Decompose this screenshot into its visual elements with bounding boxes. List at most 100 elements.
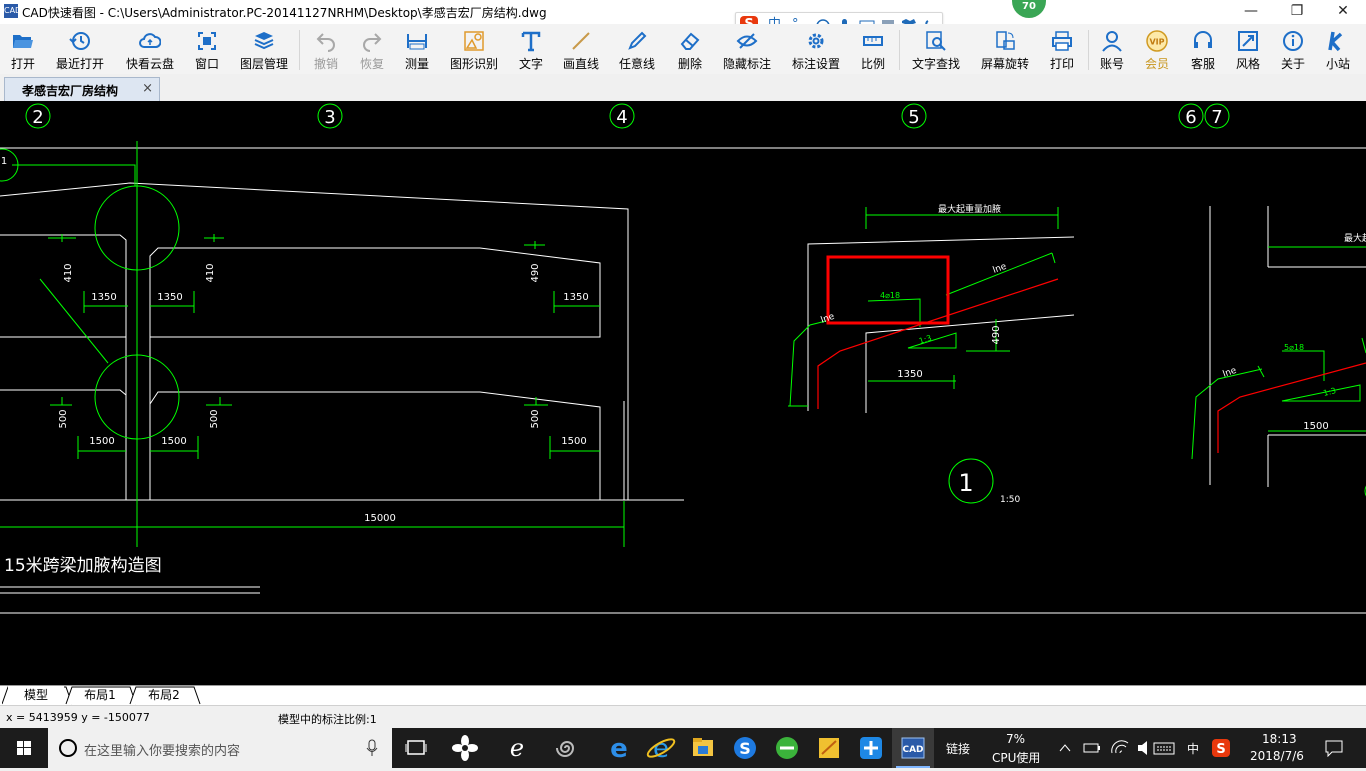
pen-icon xyxy=(628,31,647,50)
cloud-icon xyxy=(139,33,161,48)
taskbar-search-box[interactable]: 在这里输入你要搜索的内容 xyxy=(48,728,392,768)
text-button[interactable]: 文字 xyxy=(512,24,550,74)
dim-text: 500 xyxy=(209,409,220,428)
freeline-button[interactable]: 任意线 xyxy=(614,24,660,74)
about-button[interactable]: 关于 xyxy=(1274,24,1312,74)
rebar-label: 4⌀18 xyxy=(880,291,900,300)
drawing-canvas[interactable]: 2 3 4 5 6 7 1 410 410 490 1350 1350 1350… xyxy=(0,101,1366,685)
scale-button[interactable]: 比例 xyxy=(854,24,892,74)
cloud-button[interactable]: 快看云盘 xyxy=(120,24,180,74)
print-label: 打印 xyxy=(1049,57,1074,71)
cad-drawing[interactable]: 2 3 4 5 6 7 1 410 410 490 1350 1350 1350… xyxy=(0,101,1366,685)
taskbar-app-notes[interactable] xyxy=(808,728,850,768)
microphone-icon[interactable] xyxy=(366,739,378,757)
member-label: 会员 xyxy=(1144,57,1169,71)
task-view-icon xyxy=(405,740,427,755)
taskbar-app-explorer[interactable] xyxy=(682,728,724,768)
dim-text: 1500 xyxy=(161,436,186,447)
grid-label: 7 xyxy=(1211,107,1222,128)
rebar-label: 5⌀18 xyxy=(1284,343,1304,352)
taskbar-app-360[interactable] xyxy=(766,728,808,768)
tab-layout2[interactable]: 布局2 xyxy=(136,686,192,704)
window-button[interactable]: 窗口 xyxy=(188,24,226,74)
dim-settings-label: 标注设置 xyxy=(791,57,840,71)
measure-label: 测量 xyxy=(404,57,429,71)
restore-button[interactable]: ❐ xyxy=(1274,0,1320,24)
document-tab[interactable]: 孝感吉宏厂房结构 × xyxy=(4,77,160,101)
taskbar-app-fan[interactable] xyxy=(444,728,486,768)
scale-note: 1:50 xyxy=(1000,495,1020,505)
toolbar-divider xyxy=(1088,30,1089,70)
redo-button[interactable]: 恢复 xyxy=(352,24,392,74)
cad-viewer-icon: CAD xyxy=(901,737,925,759)
recognize-label: 图形识别 xyxy=(449,57,498,71)
annotation-scale-status: 模型中的标注比例:1 xyxy=(278,713,377,726)
open-label: 打开 xyxy=(10,57,35,71)
grid-label: 6 xyxy=(1185,107,1196,128)
close-button[interactable]: ✕ xyxy=(1320,0,1366,24)
detail-note-right: 最大起 xyxy=(1344,232,1366,244)
taskbar-app-ie[interactable]: e xyxy=(640,728,682,768)
ime-language[interactable]: 中 xyxy=(1187,740,1199,757)
hide-dim-button[interactable]: 隐藏标注 xyxy=(718,24,776,74)
clock-time[interactable]: 18:13 xyxy=(1262,732,1297,746)
recognize-button[interactable]: 图形识别 xyxy=(444,24,504,74)
rotate-label: 屏幕旋转 xyxy=(980,57,1029,71)
recent-button[interactable]: 最近打开 xyxy=(52,24,108,74)
measure-button[interactable]: 测量 xyxy=(398,24,436,74)
clock-date[interactable]: 2018/7/6 xyxy=(1250,749,1304,763)
slope-label: 1:3 xyxy=(918,333,933,346)
member-button[interactable]: VIP 会员 xyxy=(1138,24,1176,74)
redo-icon xyxy=(363,33,382,52)
freeline-label: 任意线 xyxy=(618,57,655,71)
internet-explorer-icon: e xyxy=(646,734,676,764)
layers-button[interactable]: 图层管理 xyxy=(234,24,294,74)
notification-center-icon[interactable] xyxy=(1324,739,1344,757)
tab-layout1[interactable]: 布局1 xyxy=(72,686,128,704)
taskbar-app-sogou-browser[interactable]: S xyxy=(724,728,766,768)
taskbar-app-ie-old[interactable]: e xyxy=(496,728,538,768)
rotate-button[interactable]: 屏幕旋转 xyxy=(976,24,1034,74)
text-search-button[interactable]: 文字查找 xyxy=(906,24,966,74)
line-button[interactable]: 画直线 xyxy=(558,24,604,74)
anchorage-label: lne xyxy=(992,262,1009,276)
dim-settings-button[interactable]: 标注设置 xyxy=(786,24,846,74)
site-button[interactable]: 小站 xyxy=(1318,24,1358,74)
taskbar-app-spiral[interactable] xyxy=(546,728,588,768)
spiral-app-icon xyxy=(556,741,575,757)
grid-label: 5 xyxy=(908,107,919,128)
print-button[interactable]: 打印 xyxy=(1042,24,1082,74)
start-button[interactable] xyxy=(0,728,48,768)
close-tab-icon[interactable]: × xyxy=(142,81,153,96)
about-label: 关于 xyxy=(1280,57,1305,71)
minimize-button[interactable]: — xyxy=(1228,0,1274,24)
sogou-tray-icon[interactable]: S xyxy=(1212,739,1230,757)
taskbar-app-cad-viewer[interactable]: CAD xyxy=(892,728,934,768)
grid-label-partial: 1 xyxy=(1,156,7,167)
dim-text: 490 xyxy=(991,325,1002,344)
tray-link-label[interactable]: 链接 xyxy=(946,740,970,757)
fan-app-icon xyxy=(452,735,478,761)
svg-text:CAD: CAD xyxy=(902,745,923,755)
account-button[interactable]: 账号 xyxy=(1094,24,1130,74)
line-label: 画直线 xyxy=(562,57,599,71)
style-button[interactable]: 风格 xyxy=(1230,24,1266,74)
taskbar-app-blue[interactable] xyxy=(850,728,892,768)
gear-icon xyxy=(808,33,824,49)
service-button[interactable]: 客服 xyxy=(1184,24,1222,74)
erase-button[interactable]: 删除 xyxy=(670,24,710,74)
taskbar-app-edge[interactable]: e xyxy=(598,728,640,768)
tray-icons[interactable] xyxy=(1056,740,1186,756)
undo-button[interactable]: 撤销 xyxy=(306,24,346,74)
anchorage-label: lne xyxy=(1222,366,1239,380)
style-icon xyxy=(1238,31,1258,51)
open-button[interactable]: 打开 xyxy=(0,24,46,74)
tab-model[interactable]: 模型 xyxy=(8,686,64,704)
vip-icon: VIP xyxy=(1146,30,1168,52)
taskbar: 在这里输入你要搜索的内容 e e e S CAD 链接 7% CPU使用 中 S… xyxy=(0,728,1366,768)
detail-number: 1 xyxy=(958,469,973,497)
task-view-button[interactable] xyxy=(396,728,438,768)
volume-icon xyxy=(1138,741,1147,755)
cpu-label: CPU使用 xyxy=(992,751,1041,765)
browser-360-icon xyxy=(776,737,798,759)
